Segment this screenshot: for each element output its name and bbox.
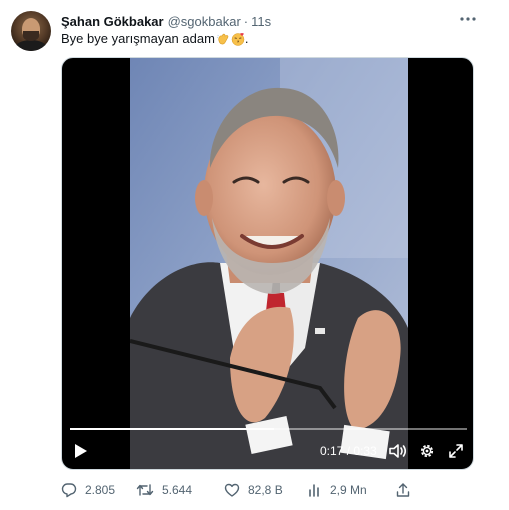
author-handle[interactable]: @sgokbakar	[168, 14, 241, 29]
video-progress-fill	[70, 428, 275, 430]
like-icon	[224, 483, 240, 497]
tweet-actions: 2.805 5.644 82,8 B 2,9 Mn	[61, 480, 474, 500]
video-current-time: 0:17	[320, 444, 344, 458]
more-icon[interactable]	[458, 11, 478, 27]
retweet-count: 5.644	[162, 483, 193, 497]
views-count: 2,9 Mn	[330, 483, 367, 497]
avatar[interactable]	[11, 11, 51, 51]
separator-dot: ·	[243, 13, 249, 29]
volume-icon[interactable]	[389, 442, 407, 460]
reply-button[interactable]: 2.805	[61, 480, 115, 500]
views-icon	[309, 484, 319, 497]
waving-hand-emoji-icon	[216, 32, 230, 46]
video-duration: 0:33	[353, 444, 377, 458]
tweet-text: Bye bye yarışmayan adam .	[61, 31, 249, 46]
kissing-face-heart-emoji-icon	[231, 32, 245, 46]
video-frame[interactable]	[130, 58, 408, 469]
reply-icon	[61, 483, 77, 498]
video-time: 0:17 / 0:33	[320, 444, 377, 458]
fullscreen-icon[interactable]	[447, 442, 465, 460]
video-time-separator: /	[343, 444, 354, 458]
timestamp[interactable]: 11s	[251, 14, 271, 29]
author-name[interactable]: Şahan Gökbakar	[61, 14, 164, 29]
tweet-text-body: Bye bye yarışmayan adam	[61, 31, 215, 46]
retweet-icon	[136, 484, 154, 496]
retweet-button[interactable]: 5.644	[136, 480, 192, 500]
share-icon	[396, 483, 410, 497]
tweet-header: Şahan Gökbakar @sgokbakar · 11s	[61, 12, 271, 30]
views-button[interactable]: 2,9 Mn	[308, 480, 367, 500]
share-button[interactable]	[395, 480, 419, 500]
settings-icon[interactable]	[418, 442, 436, 460]
like-count: 82,8 B	[248, 483, 283, 497]
tweet[interactable]: Şahan Gökbakar @sgokbakar · 11s Bye bye …	[0, 0, 509, 510]
video-player[interactable]: 0:17 / 0:33	[61, 57, 474, 470]
reply-count: 2.805	[85, 483, 116, 497]
play-icon[interactable]	[72, 442, 90, 460]
like-button[interactable]: 82,8 B	[224, 480, 283, 500]
video-progress-bar[interactable]	[70, 428, 467, 430]
tweet-text-suffix: .	[244, 31, 249, 46]
